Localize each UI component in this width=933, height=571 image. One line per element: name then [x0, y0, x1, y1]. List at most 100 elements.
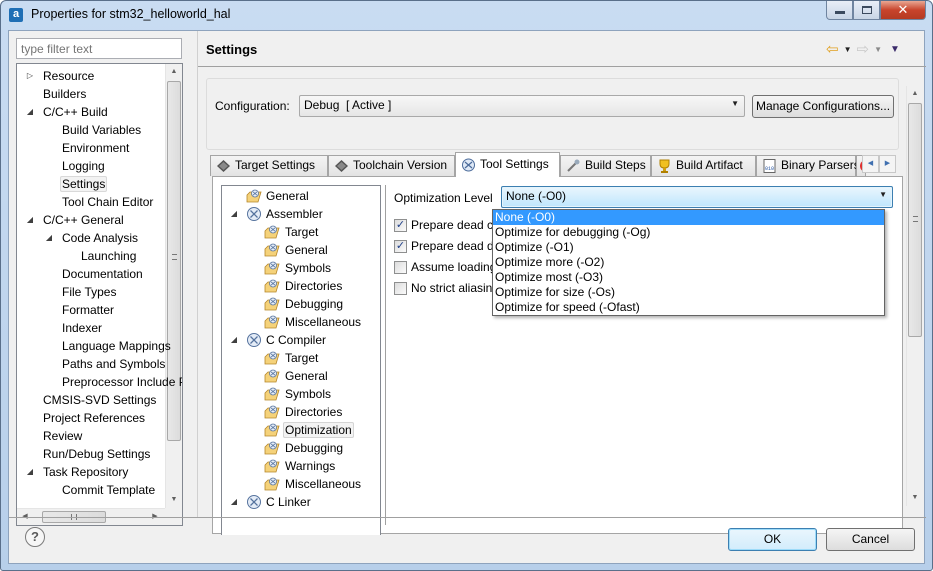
tool-tree-item[interactable]: Target: [264, 349, 320, 367]
ok-button[interactable]: OK: [728, 528, 817, 551]
close-button[interactable]: ✕: [880, 1, 926, 20]
scroll-down-arrow-icon[interactable]: ▼: [166, 492, 182, 508]
help-button[interactable]: ?: [25, 527, 45, 547]
tab-build-steps[interactable]: Build Steps: [560, 155, 651, 176]
tool-tree-item[interactable]: Miscellaneous: [264, 313, 363, 331]
tree-item[interactable]: Language Mappings: [60, 337, 173, 355]
build-artifact-icon: [657, 159, 672, 173]
tree-item[interactable]: Indexer: [60, 319, 104, 337]
tree-item[interactable]: Commit Template: [60, 481, 157, 499]
tree-vertical-scrollbar[interactable]: ▲ ▼: [165, 64, 182, 508]
expanded-triangle-icon[interactable]: ◢: [229, 205, 239, 223]
view-menu-icon[interactable]: ▼: [890, 44, 900, 55]
page-vertical-scrollbar[interactable]: ▲ ▼: [906, 86, 923, 506]
tree-item[interactable]: Settings: [60, 175, 108, 193]
tool-tree-item[interactable]: Symbols: [264, 385, 333, 403]
tool-tree-item[interactable]: Symbols: [264, 259, 333, 277]
tool-tree-item[interactable]: ◢ C Linker: [231, 493, 313, 511]
tool-tree-item[interactable]: Miscellaneous: [264, 475, 363, 493]
properties-dialog: a Properties for stm32_helloworld_hal ✕ …: [0, 0, 933, 571]
checkbox-checked[interactable]: ✓: [394, 219, 407, 232]
forward-arrow-icon[interactable]: ⇨: [857, 40, 870, 58]
tab-scroll-left-icon[interactable]: ◀: [862, 155, 879, 173]
tool-tree-item[interactable]: General: [234, 187, 311, 205]
optimization-level-select[interactable]: None (-O0) ▼: [501, 186, 893, 208]
tree-item-label: Documentation: [62, 267, 143, 281]
tree-item[interactable]: Build Variables: [60, 121, 143, 139]
dropdown-option[interactable]: Optimize for size (-Os): [493, 285, 884, 300]
back-dropdown-icon[interactable]: ▼: [844, 45, 852, 54]
expanded-triangle-icon[interactable]: ◢: [44, 229, 54, 247]
expanded-triangle-icon[interactable]: ◢: [25, 211, 35, 229]
title-bar[interactable]: a Properties for stm32_helloworld_hal ✕: [1, 1, 932, 29]
tool-tree-item[interactable]: General: [264, 367, 330, 385]
tree-item[interactable]: ▷ Resource: [27, 67, 96, 85]
checkbox-unchecked[interactable]: [394, 282, 407, 295]
tree-item[interactable]: ◢ C/C++ Build: [27, 103, 110, 121]
tool-tree-item[interactable]: Directories: [264, 403, 344, 421]
forward-dropdown-icon[interactable]: ▼: [874, 45, 882, 54]
tool-tree-item[interactable]: ◢ Assembler: [231, 205, 325, 223]
tree-item[interactable]: CMSIS-SVD Settings: [41, 391, 158, 409]
tool-tree-item[interactable]: Warnings: [264, 457, 337, 475]
maximize-button[interactable]: [853, 1, 880, 20]
tool-tree-item[interactable]: Debugging: [264, 295, 345, 313]
configuration-label: Configuration:: [215, 99, 290, 113]
dropdown-option[interactable]: Optimize (-O1): [493, 240, 884, 255]
tree-item[interactable]: Run/Debug Settings: [41, 445, 152, 463]
tree-item[interactable]: ◢ Task Repository: [27, 463, 130, 481]
dropdown-option[interactable]: Optimize most (-O3): [493, 270, 884, 285]
tree-item[interactable]: Documentation: [60, 265, 145, 283]
checkbox-checked[interactable]: ✓: [394, 240, 407, 253]
tree-item-label: File Types: [62, 285, 117, 299]
tool-tree-item[interactable]: ◢ C Compiler: [231, 331, 328, 349]
tree-item[interactable]: File Types: [60, 283, 118, 301]
tree-item[interactable]: Formatter: [60, 301, 116, 319]
tree-item[interactable]: Paths and Symbols: [60, 355, 167, 373]
tree-item[interactable]: Tool Chain Editor: [60, 193, 155, 211]
scrollbar-thumb[interactable]: [908, 103, 922, 337]
manage-configurations-button[interactable]: Manage Configurations...: [752, 95, 894, 118]
expanded-triangle-icon[interactable]: ◢: [25, 463, 35, 481]
minimize-button[interactable]: [826, 1, 853, 20]
dropdown-option[interactable]: Optimize more (-O2): [493, 255, 884, 270]
tool-tree-item-label: General: [266, 189, 309, 203]
tree-item[interactable]: Builders: [41, 85, 88, 103]
expanded-triangle-icon[interactable]: ◢: [229, 493, 239, 511]
tab-scroll-right-icon[interactable]: ▶: [879, 155, 896, 173]
tree-item[interactable]: Preprocessor Include Paths: [60, 373, 182, 391]
tab-binary-parsers[interactable]: 010 Binary Parsers: [756, 155, 860, 176]
cancel-button[interactable]: Cancel: [826, 528, 915, 551]
configuration-select[interactable]: Debug [ Active ] ▼: [299, 95, 745, 117]
scroll-up-arrow-icon[interactable]: ▲: [907, 86, 923, 102]
scroll-down-arrow-icon[interactable]: ▼: [907, 490, 923, 506]
tree-item[interactable]: Logging: [60, 157, 107, 175]
tool-tree-item[interactable]: Optimization: [264, 421, 354, 439]
expanded-triangle-icon[interactable]: ◢: [25, 103, 35, 121]
tree-item[interactable]: Environment: [60, 139, 131, 157]
dropdown-option[interactable]: Optimize for speed (-Ofast): [493, 300, 884, 315]
expanded-triangle-icon[interactable]: ◢: [229, 331, 239, 349]
checkbox-unchecked[interactable]: [394, 261, 407, 274]
collapsed-triangle-icon[interactable]: ▷: [25, 67, 35, 85]
tree-item[interactable]: ◢ Code Analysis: [46, 229, 140, 247]
tool-tree-item[interactable]: Directories: [264, 277, 344, 295]
tool-tree-item[interactable]: General: [264, 241, 330, 259]
tree-item[interactable]: Project References: [41, 409, 147, 427]
scroll-up-arrow-icon[interactable]: ▲: [166, 64, 182, 80]
pane-divider[interactable]: [197, 31, 198, 517]
tool-tree-item[interactable]: Target: [264, 223, 320, 241]
tree-item[interactable]: ◢ C/C++ General: [27, 211, 126, 229]
dropdown-option[interactable]: None (-O0): [493, 210, 884, 225]
tool-tree-item[interactable]: Debugging: [264, 439, 345, 457]
dropdown-option[interactable]: Optimize for debugging (-Og): [493, 225, 884, 240]
tab-build-artifact[interactable]: Build Artifact: [651, 155, 756, 176]
back-arrow-icon[interactable]: ⇦: [826, 40, 839, 58]
tree-item[interactable]: Launching: [79, 247, 138, 265]
tab-tool-settings[interactable]: Tool Settings: [455, 152, 560, 177]
filter-input[interactable]: [16, 38, 182, 59]
tree-item[interactable]: Review: [41, 427, 84, 445]
tab-toolchain-version[interactable]: Toolchain Version: [328, 155, 455, 176]
tab-label: Binary Parsers: [781, 158, 860, 172]
tab-target-settings[interactable]: Target Settings: [210, 155, 328, 176]
